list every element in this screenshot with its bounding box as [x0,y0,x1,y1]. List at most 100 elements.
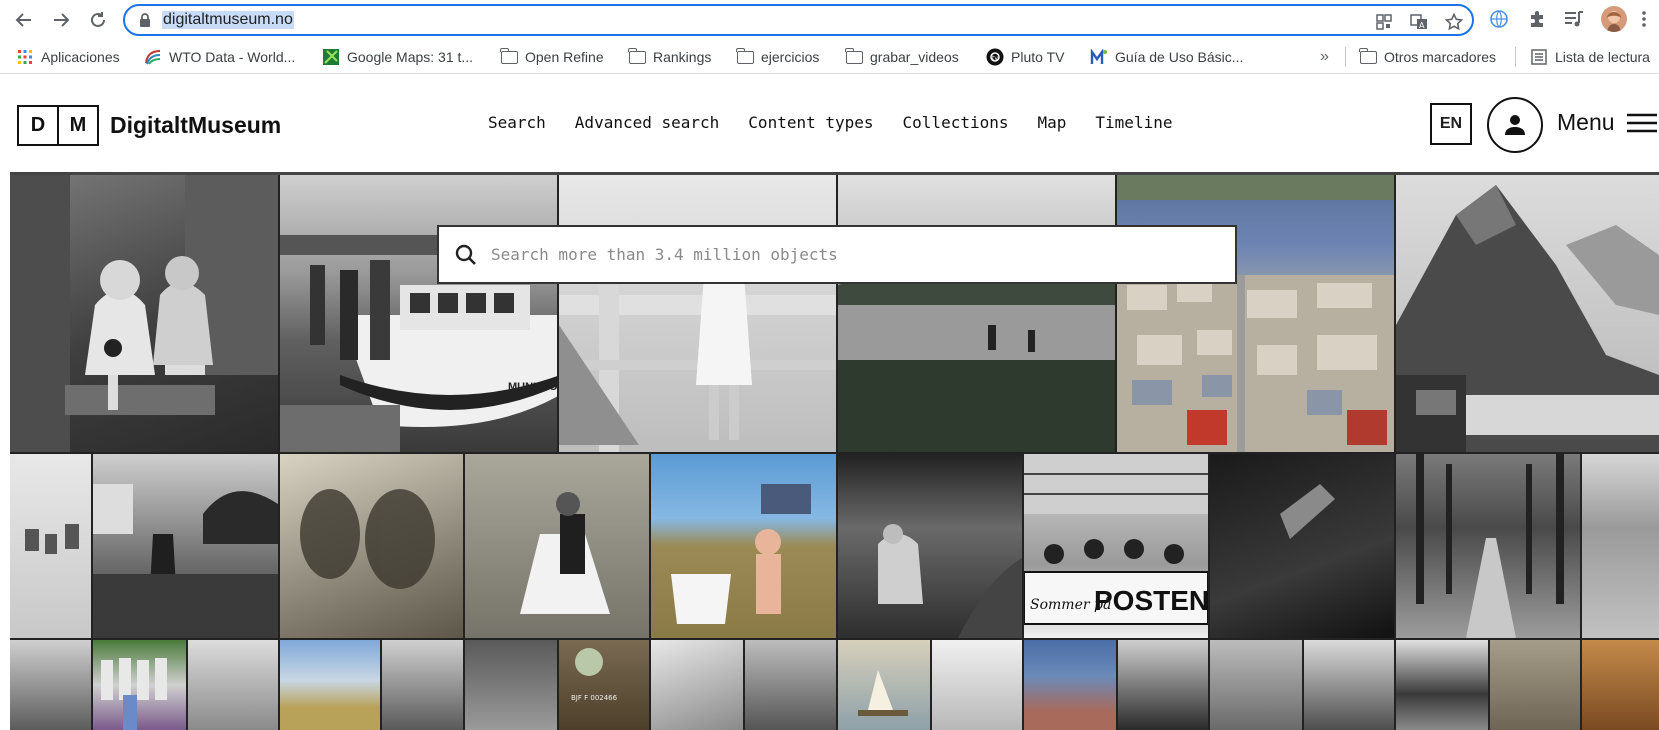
search-input[interactable] [491,245,1211,264]
photo-tile-class-photo[interactable] [745,640,836,730]
bookmark-label: Lista de lectura [1555,49,1650,65]
user-icon [1505,115,1525,135]
bookmark-item[interactable]: Otros marcadores [1358,47,1497,66]
nav-collections[interactable]: Collections [903,113,1009,132]
folder-icon [627,47,646,65]
hamburger-icon [1626,113,1657,132]
profile-avatar-icon[interactable] [1601,6,1627,32]
photo-tile-harbour-street[interactable] [1024,640,1116,730]
bookmark-label: WTO Data - World... [169,49,296,65]
search-icon[interactable] [453,242,479,268]
photo-tile-swimmer[interactable] [838,454,1022,638]
nav-advanced-search[interactable]: Advanced search [575,113,720,132]
folder-icon [735,47,754,65]
photo-tile-workshop[interactable] [1490,640,1580,730]
photo-tile-field[interactable] [280,640,380,730]
photo-tile-wooden-house[interactable] [1582,640,1659,730]
photo-tile-mountain[interactable] [1396,175,1659,452]
m-logo-icon [1090,49,1108,65]
user-account-button[interactable] [1487,97,1543,153]
photo-tile-toddler[interactable] [651,454,836,638]
photo-tile-girls[interactable] [10,175,278,452]
reading-list-button[interactable]: Lista de lectura [1530,48,1650,66]
bookmark-item[interactable]: ejercicios [735,47,820,66]
artifact-code-text: BJF F 002466 [571,694,618,702]
photo-tile-fjord-town[interactable] [1210,640,1302,730]
bookmark-item[interactable]: grabar_videos [844,47,959,66]
bookmark-item[interactable]: Open Refine [499,47,604,66]
bookmarks-divider [1345,47,1346,67]
translate-icon[interactable]: A [1410,13,1428,31]
photo-tile-sailboat[interactable] [838,640,930,730]
main-navigation: Search Advanced search Content types Col… [488,113,1172,132]
nav-content-types[interactable]: Content types [748,113,873,132]
photo-tile-posten-protest[interactable]: Sommer på POSTEN [1024,454,1208,638]
language-button[interactable]: EN [1430,103,1472,145]
photo-tile-uniformed-men[interactable] [1118,640,1208,730]
bookmarks-bar: Aplicaciones WTO Data - World... Google … [0,40,1659,74]
menu-label: Menu [1557,109,1615,135]
maps-icon [322,49,340,65]
nav-search[interactable]: Search [488,113,546,132]
apps-grid-icon [16,49,34,65]
wto-logo-icon [144,49,162,65]
bookmark-label: Open Refine [525,49,604,65]
photo-tile-reflection[interactable] [1396,640,1488,730]
photo-tile-boat[interactable]: MUNKHO [280,175,557,452]
forward-button[interactable] [47,6,75,34]
reading-list-icon [1530,49,1548,65]
photo-tile-bridge[interactable] [1304,640,1394,730]
photo-tile-soldiers[interactable] [280,454,463,638]
photo-tile-harbour-town[interactable] [1117,175,1394,452]
nav-timeline[interactable]: Timeline [1095,113,1172,132]
bookmark-label: Otros marcadores [1384,49,1497,65]
back-arrow-icon [15,13,31,27]
photo-tile-building[interactable] [188,640,278,730]
photo-tile-dark-abstract[interactable] [1210,454,1394,638]
address-bar[interactable]: digitaltmuseum.no A [123,4,1474,36]
bookmark-label: Pluto TV [1011,49,1065,65]
extensions-puzzle-icon[interactable] [1526,8,1548,30]
bookmarks-divider [1515,47,1516,67]
photo-tile-beach-people[interactable] [93,454,278,638]
bookmark-label: grabar_videos [870,49,959,65]
folder-icon [1358,47,1377,65]
bookmark-label: ejercicios [761,49,820,65]
bookmarks-overflow-button[interactable]: » [1320,48,1329,66]
forward-arrow-icon [54,13,70,27]
extension-web-icon[interactable] [1488,8,1510,30]
nav-map[interactable]: Map [1038,113,1067,132]
photo-tile-hillside[interactable] [1582,454,1659,638]
photo-tile-artifact[interactable]: BJF F 002466 [559,640,649,730]
photo-tile-woman-sewing[interactable] [465,454,649,638]
photo-tile-child[interactable] [559,175,836,452]
photo-tile-lake[interactable] [838,175,1115,452]
photo-tile-railway[interactable] [465,640,557,730]
browser-menu-icon[interactable] [1637,8,1651,30]
bookmark-item[interactable]: Google Maps: 31 t... [322,48,473,66]
site-name[interactable]: DigitaltMuseum [110,112,281,139]
photo-tile-forest-road[interactable] [382,640,463,730]
bookmark-star-icon[interactable] [1445,13,1463,31]
menu-button[interactable]: Menu [1557,109,1657,136]
photo-tile-row3-1[interactable] [10,640,91,730]
reload-button[interactable] [84,6,112,34]
photo-tile-family-group[interactable] [93,640,186,730]
site-logo[interactable]: D M [17,105,99,146]
collection-search-box[interactable] [437,225,1237,284]
back-button[interactable] [10,6,38,34]
bookmark-label: Google Maps: 31 t... [347,49,474,65]
bookmark-item[interactable]: Guía de Uso Básic... [1090,48,1243,66]
overflow-chevron-icon: » [1320,48,1329,65]
photo-tile-tree-avenue[interactable] [1396,454,1580,638]
bookmark-item[interactable]: Aplicaciones [16,48,120,66]
bookmark-item[interactable]: Rankings [627,47,711,66]
photo-tile-veranda[interactable] [932,640,1022,730]
svg-text:A: A [1419,21,1425,30]
bookmark-item[interactable]: WTO Data - World... [144,48,295,66]
bookmark-item[interactable]: tv Pluto TV [986,48,1064,66]
media-queue-icon[interactable] [1563,8,1585,30]
photo-tile-woman-tree[interactable] [651,640,743,730]
photo-tile-horses[interactable] [10,454,91,638]
qr-code-icon[interactable] [1375,13,1393,31]
